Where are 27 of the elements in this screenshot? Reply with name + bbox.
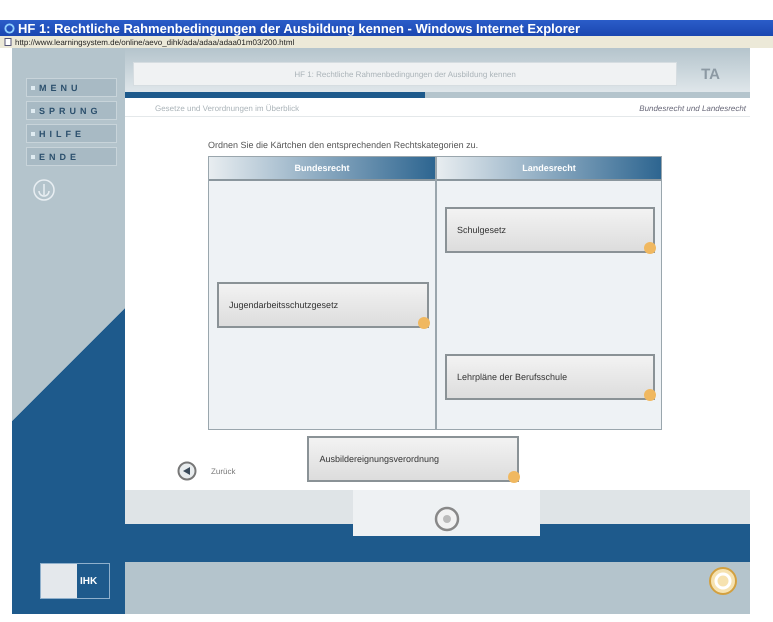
window-title: HF 1: Rechtliche Rahmenbedingungen der Ausbildung kennen - Windows Internet Explorer bbox=[18, 20, 580, 36]
section-title: Bundesrecht und Landesrecht bbox=[639, 104, 746, 113]
answer-card[interactable]: Jugendarbeitsschutzgesetz bbox=[217, 282, 429, 328]
browser-logo-icon bbox=[4, 22, 15, 34]
corner-dot-icon bbox=[644, 388, 656, 400]
anchor-icon[interactable] bbox=[32, 178, 56, 202]
address-text: http://www.learningsystem.de/online/aevo_dihk/ada/adaa/adaa01m03/200.html bbox=[15, 38, 294, 46]
breadcrumb-text: Gesetze und Verordnungen im Überblick bbox=[155, 104, 300, 113]
ihk-logo: IHK bbox=[40, 563, 110, 599]
answer-card[interactable]: Lehrpläne der Berufsschule bbox=[445, 354, 655, 400]
corner-dot-icon bbox=[508, 471, 520, 483]
corner-dot-icon bbox=[418, 317, 430, 329]
instruction-text: Ordnen Sie die Kärtchen den entsprechenden Rechtskategorien zu. bbox=[208, 140, 480, 150]
back-button[interactable]: Zurück bbox=[177, 461, 236, 481]
menu-button[interactable]: MENU bbox=[26, 78, 117, 97]
next-button[interactable] bbox=[434, 506, 460, 532]
menu-button[interactable]: SPRUNG bbox=[26, 101, 117, 120]
column-header: Landesrecht bbox=[437, 157, 661, 181]
module-title: HF 1: Rechtliche Rahmenbedingungen der Ausbildung kennen bbox=[133, 62, 678, 86]
column-header: Bundesrecht bbox=[209, 157, 435, 181]
badge-text: TA bbox=[701, 66, 720, 82]
corner-dot-icon bbox=[644, 242, 656, 254]
page-icon bbox=[4, 38, 12, 46]
answer-card[interactable]: Ausbildereignungsverordnung bbox=[307, 436, 520, 482]
menu-button[interactable]: ENDE bbox=[26, 147, 117, 166]
menu-button[interactable]: HILFE bbox=[26, 124, 117, 143]
answer-card[interactable]: Schulgesetz bbox=[445, 206, 655, 252]
